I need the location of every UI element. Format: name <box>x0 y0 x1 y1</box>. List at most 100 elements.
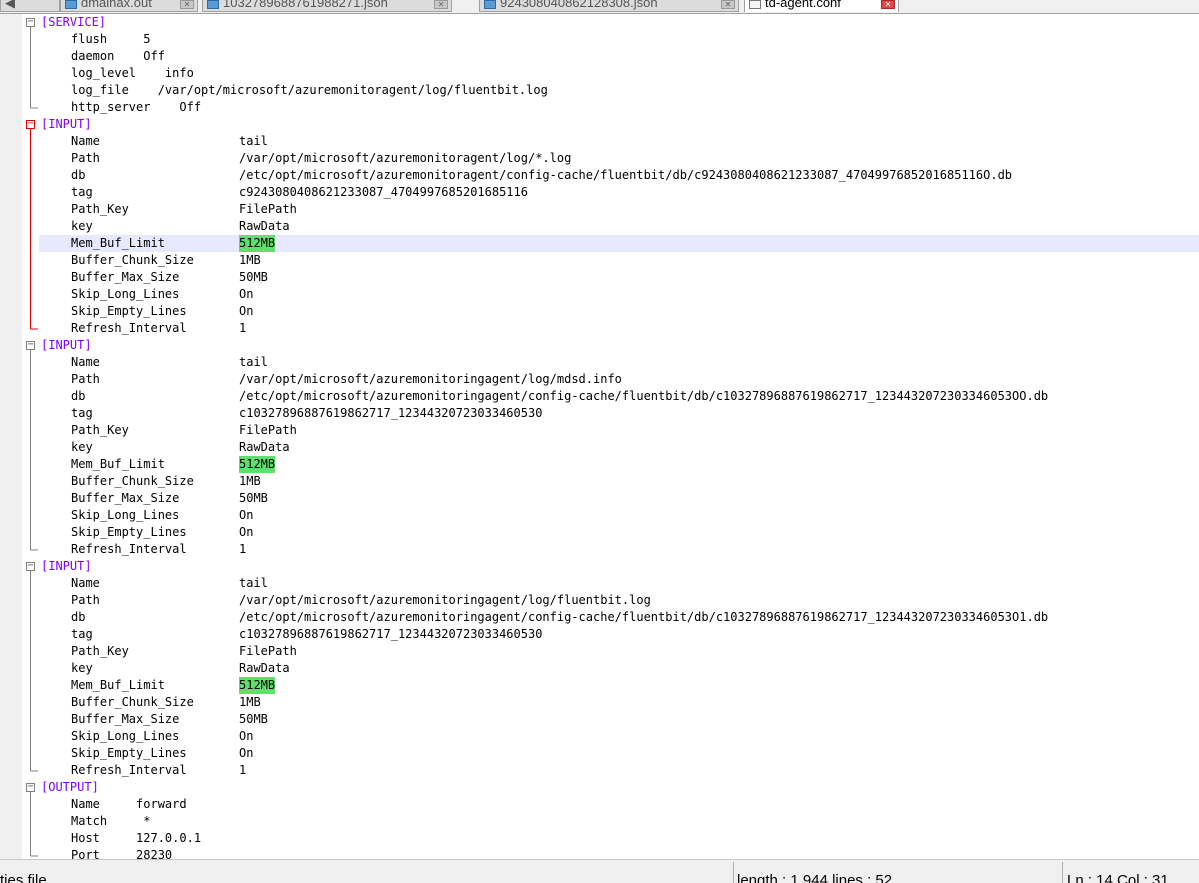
section-header-line[interactable]: [SERVICE] <box>39 14 1199 31</box>
config-line[interactable]: Name tail <box>39 133 1199 150</box>
config-line[interactable]: Skip_Long_Lines On <box>39 286 1199 303</box>
config-value: tail <box>239 355 268 369</box>
config-line[interactable]: Path/var/opt/microsoft/azuremonitoringag… <box>39 592 1199 609</box>
config-line[interactable]: Buffer_Max_Size 50MB <box>39 711 1199 728</box>
config-line[interactable]: daemon Off <box>39 48 1199 65</box>
config-line[interactable]: Buffer_Chunk_Size 1MB <box>39 473 1199 490</box>
config-value: 50MB <box>239 491 268 505</box>
config-line[interactable]: Skip_Long_Lines On <box>39 507 1199 524</box>
config-line[interactable]: db/etc/opt/microsoft/azuremonitoringagen… <box>39 609 1199 626</box>
section-header-line[interactable]: [INPUT] <box>39 116 1199 133</box>
config-line[interactable]: Refresh_Interval 1 <box>39 320 1199 337</box>
config-line[interactable]: flush 5 <box>39 31 1199 48</box>
config-line[interactable]: Path_Key FilePath <box>39 201 1199 218</box>
config-value: 1 <box>239 321 247 335</box>
config-line[interactable]: log_level info <box>39 65 1199 82</box>
config-value: RawData <box>239 219 290 233</box>
section-header: [INPUT] <box>41 559 92 573</box>
config-line[interactable]: Path_Key FilePath <box>39 422 1199 439</box>
config-line[interactable]: db/etc/opt/microsoft/azuremonitoringagen… <box>39 388 1199 405</box>
config-line[interactable]: Host 127.0.0.1 <box>39 830 1199 847</box>
close-icon[interactable]: ✕ <box>881 0 895 9</box>
tab-4[interactable]: td-agent.conf ✕ <box>744 0 899 12</box>
close-icon[interactable]: ✕ <box>180 0 194 9</box>
config-key: Name <box>71 355 100 369</box>
config-value: 1 <box>239 542 247 556</box>
config-value: RawData <box>239 440 290 454</box>
config-line[interactable]: Buffer_Max_Size 50MB <box>39 490 1199 507</box>
config-key: Refresh_Interval <box>71 763 187 777</box>
config-value: On <box>239 746 254 760</box>
config-key: tag <box>71 627 93 641</box>
config-key: tag <box>71 185 93 199</box>
config-key: Buffer_Max_Size <box>71 712 180 726</box>
config-line[interactable]: key RawData <box>39 439 1199 456</box>
config-line[interactable]: Skip_Empty_Lines On <box>39 745 1199 762</box>
section-header-line[interactable]: [INPUT] <box>39 558 1199 575</box>
section-header-line[interactable]: [OUTPUT] <box>39 779 1199 796</box>
config-line[interactable]: tag c10327896887619862717_123443207230334… <box>39 405 1199 422</box>
config-line[interactable]: tag c10327896887619862717_123443207230334… <box>39 626 1199 643</box>
config-key: Name <box>71 134 100 148</box>
config-text: Port 28230 <box>71 848 173 859</box>
config-line[interactable]: Name tail <box>39 354 1199 371</box>
config-line[interactable]: Mem_Buf_Limit 512MB <box>39 235 1199 252</box>
config-text: http_server Off <box>71 100 202 114</box>
config-line[interactable]: Match * <box>39 813 1199 830</box>
config-line[interactable]: Path/var/opt/microsoft/azuremonitoragent… <box>39 150 1199 167</box>
config-line[interactable]: Skip_Empty_Lines On <box>39 524 1199 541</box>
config-line[interactable]: Refresh_Interval 1 <box>39 541 1199 558</box>
config-key: Name <box>71 576 100 590</box>
chevron-left-icon: ◀ <box>5 0 15 10</box>
config-line[interactable]: db/etc/opt/microsoft/azuremonitoragent/c… <box>39 167 1199 184</box>
tab-1[interactable]: dmainax.out ✕ <box>60 0 198 12</box>
config-line[interactable]: Buffer_Chunk_Size 1MB <box>39 252 1199 269</box>
config-line[interactable]: key RawData <box>39 660 1199 677</box>
file-icon <box>749 0 761 9</box>
config-key: Skip_Empty_Lines <box>71 746 187 760</box>
config-line[interactable]: Name forward <box>39 796 1199 813</box>
config-value: /etc/opt/microsoft/azuremonitoringagent/… <box>239 389 1049 403</box>
config-line[interactable]: tag c9243080408621233087_4704997685201685… <box>39 184 1199 201</box>
config-line[interactable]: Skip_Empty_Lines On <box>39 303 1199 320</box>
section-header-line[interactable]: [INPUT] <box>39 337 1199 354</box>
editor[interactable]: − − − − − [SERVICE] flush 5 daemon Off log_leve… <box>0 14 1199 859</box>
config-value: 1 <box>239 763 247 777</box>
config-text: log_file /var/opt/microsoft/azuremonitor… <box>71 83 548 97</box>
config-key: Path <box>71 593 100 607</box>
config-value: 50MB <box>239 270 268 284</box>
text-area[interactable]: [SERVICE] flush 5 daemon Off log_level info… <box>39 14 1199 859</box>
config-key: Mem_Buf_Limit <box>71 236 165 250</box>
config-line[interactable]: Path_Key FilePath <box>39 643 1199 660</box>
tab-label: dmainax.out <box>81 0 152 10</box>
tab-2[interactable]: 1032789688761988271.json ✕ <box>202 0 452 12</box>
config-line[interactable]: Buffer_Max_Size 50MB <box>39 269 1199 286</box>
tab-label: 924308040862128308.json <box>500 0 658 10</box>
status-file-type: ties file <box>0 872 47 883</box>
config-value: On <box>239 287 254 301</box>
line-number-margin <box>0 14 23 859</box>
config-line[interactable]: Port 28230 <box>39 847 1199 859</box>
config-line[interactable]: http_server Off <box>39 99 1199 116</box>
tab-3[interactable]: 924308040862128308.json ✕ <box>479 0 739 12</box>
config-line[interactable]: Path/var/opt/microsoft/azuremonitoringag… <box>39 371 1199 388</box>
config-key: key <box>71 440 93 454</box>
config-line[interactable]: key RawData <box>39 218 1199 235</box>
config-line[interactable]: Refresh_Interval 1 <box>39 762 1199 779</box>
config-key: Path_Key <box>71 202 129 216</box>
config-line[interactable]: log_file /var/opt/microsoft/azuremonitor… <box>39 82 1199 99</box>
config-line[interactable]: Buffer_Chunk_Size 1MB <box>39 694 1199 711</box>
status-position: Ln : 14 Col : 31 <box>1067 872 1169 883</box>
tab-scroll-left[interactable]: ◀ <box>0 0 60 12</box>
config-line[interactable]: Name tail <box>39 575 1199 592</box>
close-icon[interactable]: ✕ <box>721 0 735 9</box>
config-line[interactable]: Mem_Buf_Limit 512MB <box>39 677 1199 694</box>
config-key: Path <box>71 372 100 386</box>
config-key: Skip_Long_Lines <box>71 729 180 743</box>
config-value: c10327896887619862717_123443207230334605… <box>239 406 543 420</box>
config-value: FilePath <box>239 644 297 658</box>
close-icon[interactable]: ✕ <box>434 0 448 9</box>
config-line[interactable]: Skip_Long_Lines On <box>39 728 1199 745</box>
section-header: [INPUT] <box>41 338 92 352</box>
config-line[interactable]: Mem_Buf_Limit 512MB <box>39 456 1199 473</box>
